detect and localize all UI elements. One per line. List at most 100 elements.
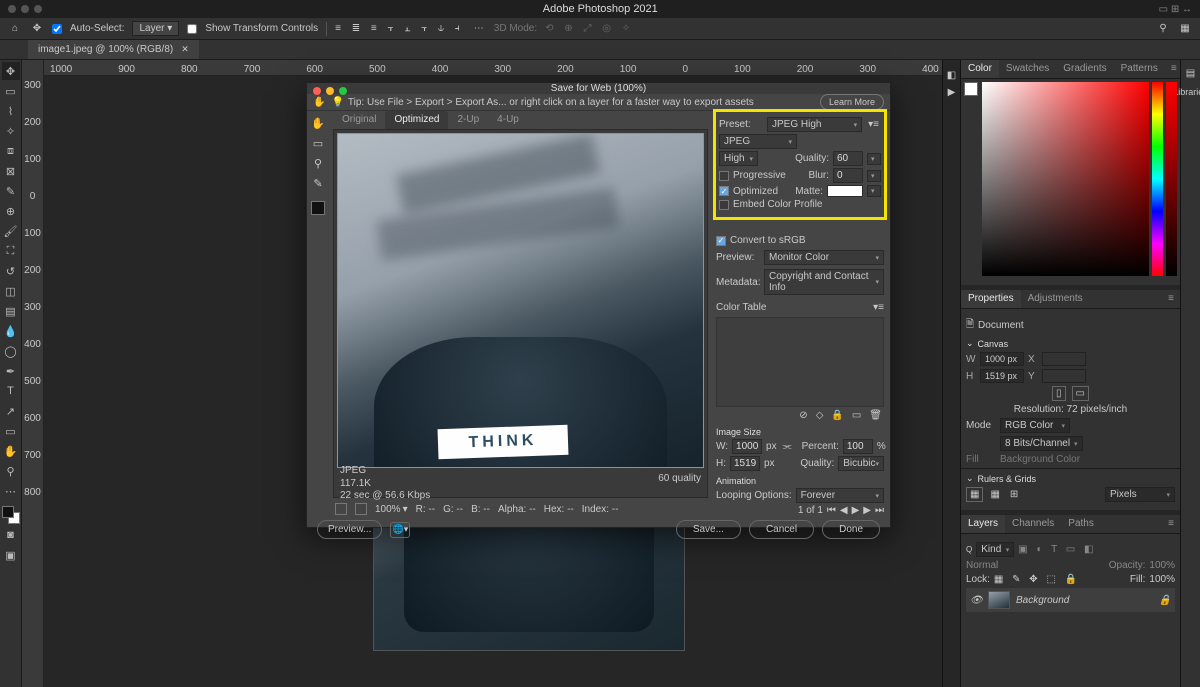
ct-icon[interactable]: 🗑 [869,410,882,421]
dialog-traffic-lights[interactable] [313,87,347,95]
home-icon[interactable]: ⌂ [8,22,22,36]
crop-tool[interactable]: ⧈ [2,142,20,160]
canvas-x-input[interactable] [1042,352,1086,366]
stamp-tool[interactable]: ⛶ [2,242,20,260]
dialog-close-dot[interactable] [313,87,321,95]
collapsed-icon-1[interactable]: ◧ [947,70,956,81]
depth-select[interactable]: 8 Bits/Channel [1000,436,1083,451]
tab-channels[interactable]: Channels [1005,515,1061,533]
matte-swatch[interactable] [827,185,863,197]
color-swatch-icon[interactable] [964,82,978,96]
dialog-max-dot[interactable] [339,87,347,95]
fill-opacity-value[interactable]: 100% [1149,574,1175,585]
browser-preview-icon[interactable]: 🌐▾ [390,522,410,538]
align-icons[interactable]: ≡ ≣ ≡ ⫟ ⫠ ⫟ ⫝ ⫞ [335,23,464,34]
preview-button[interactable]: Preview... [317,520,382,539]
layer-row[interactable]: 👁 Background 🔒 [966,588,1175,612]
tab-optimized[interactable]: Optimized [385,111,448,129]
tab-patterns[interactable]: Patterns [1114,60,1165,78]
workspace-icon[interactable]: ▦ [1178,22,1192,36]
panel-menu-icon[interactable]: ≡ [1162,515,1180,533]
document-tab[interactable]: image1.jpeg @ 100% (RGB/8) ✕ [28,40,199,59]
ruler-icon[interactable]: ▦ [966,487,983,502]
zoom-select[interactable]: 100% ▾ [375,504,408,515]
frame-tool[interactable]: ⊠ [2,162,20,180]
preset-select[interactable]: JPEG High [767,117,862,132]
portrait-icon[interactable]: ▯ [1052,386,1066,401]
metadata-select[interactable]: Copyright and Contact Info [764,269,884,295]
dialog-hand-tool[interactable]: ✋ [310,115,326,131]
path-tool[interactable]: ↗ [2,402,20,420]
ct-icon[interactable]: ◇ [816,410,824,421]
canvas-y-input[interactable] [1042,369,1086,383]
layer-thumbnail[interactable] [988,591,1010,609]
eraser-tool[interactable]: ◫ [2,282,20,300]
lock-icons[interactable]: ▦ ✎ ✥ ⬚ 🔒 [994,574,1080,585]
grid-icon[interactable]: ▦ [987,488,1002,501]
format-select[interactable]: JPEG [719,134,797,149]
auto-select-checkbox[interactable] [52,24,62,34]
learn-more-button[interactable]: Learn More [820,94,884,110]
brush-tool[interactable]: 🖌 [2,222,20,240]
toggle-slices-icon[interactable] [335,503,347,515]
tab-color[interactable]: Color [961,60,999,78]
lock-icon[interactable]: 🔒 [1159,595,1171,606]
tab-paths[interactable]: Paths [1061,515,1101,533]
convert-srgb-checkbox[interactable] [716,236,726,246]
gradient-tool[interactable]: ▤ [2,302,20,320]
move-tool[interactable]: ✥ [2,62,20,80]
tab-4up[interactable]: 4-Up [488,111,528,129]
ct-icon[interactable]: 🔒 [831,410,843,421]
matte-dropdown[interactable] [867,185,881,197]
optimized-checkbox[interactable] [719,186,729,196]
dialog-titlebar[interactable]: Save for Web (100%) [307,83,890,94]
edit-toolbar[interactable]: ⋯ [2,482,20,500]
color-table-menu-icon[interactable]: ▾≡ [873,302,884,313]
percent-input[interactable] [843,439,873,454]
visibility-icon[interactable]: 👁 [970,595,982,606]
preview-area[interactable]: THINK JPEG 117.1K 22 sec @ 56.6 Kbps 60 … [333,129,708,498]
dialog-min-dot[interactable] [326,87,334,95]
layer-name[interactable]: Background [1016,595,1069,606]
max-dot[interactable] [34,5,42,13]
preview-image[interactable]: THINK [338,134,703,467]
more-icon[interactable]: ⋯ [472,22,486,36]
ct-icon[interactable]: ▭ [852,410,861,421]
pen-tool[interactable]: ✒ [2,362,20,380]
toggle-slices2-icon[interactable] [355,503,367,515]
blur-dropdown[interactable] [867,170,881,182]
ruler-unit-select[interactable]: Pixels [1105,487,1175,502]
progressive-checkbox[interactable] [719,171,729,181]
opacity-value[interactable]: 100% [1149,560,1175,571]
dialog-color-swatch[interactable] [311,201,325,215]
fg-swatch[interactable] [2,506,14,518]
type-tool[interactable]: T [2,382,20,400]
image-height-input[interactable] [730,456,760,471]
fg-bg-swatches[interactable] [2,506,20,524]
quality-input[interactable] [833,151,863,166]
canvas-section-heading[interactable]: Canvas [966,338,1175,349]
done-button[interactable]: Done [822,520,880,539]
close-dot[interactable] [8,5,16,13]
dialog-zoom-tool[interactable]: ⚲ [310,155,326,171]
screenmode-tool[interactable]: ▣ [2,546,20,564]
tab-gradients[interactable]: Gradients [1056,60,1113,78]
rulers-section-heading[interactable]: Rulers & Grids [966,473,1175,484]
quickmask-tool[interactable]: ◙ [2,526,20,544]
tab-layers[interactable]: Layers [961,515,1005,533]
preset-menu-icon[interactable]: ▾≡ [866,119,881,130]
landscape-icon[interactable]: ▭ [1072,386,1089,401]
show-transform-checkbox[interactable] [187,24,197,34]
zoom-tool[interactable]: ⚲ [2,462,20,480]
dialog-eyedropper-tool[interactable]: ✎ [310,175,326,191]
close-tab-icon[interactable]: ✕ [181,44,189,55]
tab-2up[interactable]: 2-Up [448,111,488,129]
quality-dropdown[interactable] [867,153,881,165]
traffic-lights[interactable] [8,5,42,13]
preview-space-select[interactable]: Monitor Color [764,250,884,265]
embed-profile-checkbox[interactable] [719,200,729,210]
image-width-input[interactable] [732,439,762,454]
ct-icon[interactable]: ⊘ [799,410,807,421]
search-icon[interactable]: ⚲ [1156,22,1170,36]
filter-icons[interactable]: ▣ ◐ T ▭ ◧ [1018,544,1096,555]
